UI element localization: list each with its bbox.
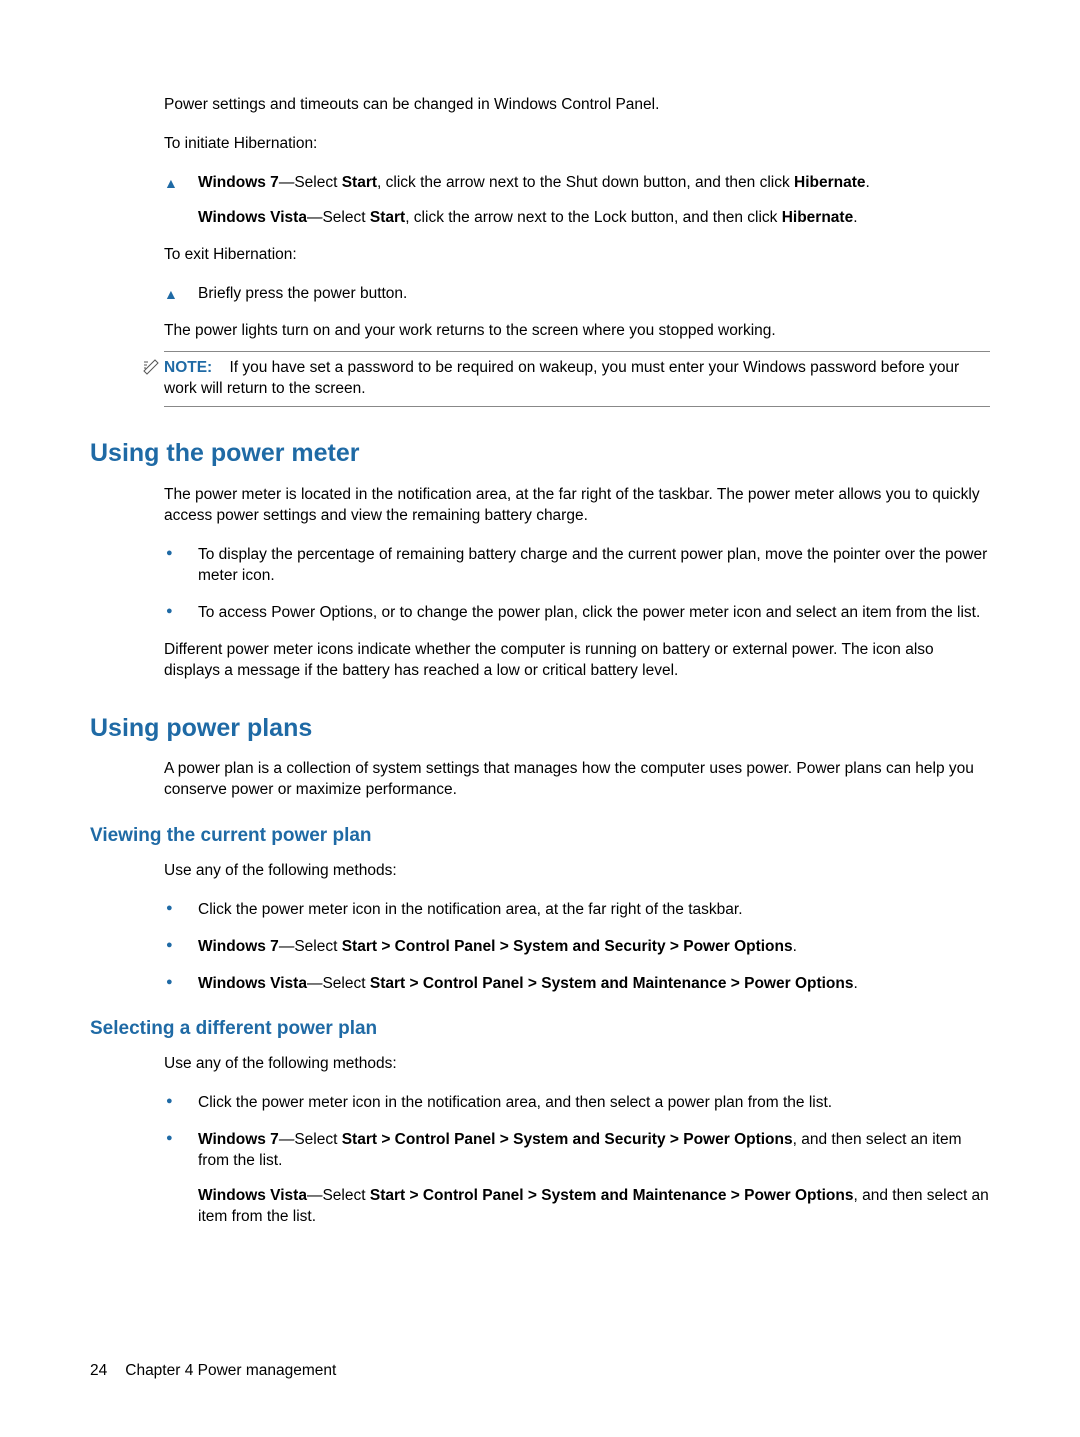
bold-text: Start > Control Panel > System and Secur…: [342, 938, 793, 955]
intro-p1: Power settings and timeouts can be chang…: [164, 95, 990, 116]
bold-text: Windows Vista: [198, 209, 307, 226]
bold-text: Hibernate: [782, 209, 854, 226]
sec1-body: The power meter is located in the notifi…: [164, 485, 990, 681]
sec3-body: Use any of the following methods: Click …: [164, 861, 990, 995]
bullet-text: To access Power Options, or to change th…: [198, 604, 980, 621]
note-icon: [142, 358, 160, 381]
document-page: Power settings and timeouts can be chang…: [0, 0, 1080, 1437]
list-item: To access Power Options, or to change th…: [164, 603, 990, 624]
plain-text: —Select: [307, 975, 370, 992]
plain-text: —Select: [279, 174, 342, 191]
plain-text: .: [854, 975, 858, 992]
sec1-bullets: To display the percentage of remaining b…: [164, 545, 990, 624]
plain-text: —Select: [279, 1131, 342, 1148]
heading-view-plan: Viewing the current power plan: [90, 823, 990, 849]
plain-text: , click the arrow next to the Lock butto…: [405, 209, 782, 226]
sec1-p1: The power meter is located in the notifi…: [164, 485, 990, 527]
step-text: Briefly press the power button.: [198, 285, 407, 302]
intro-p2: To initiate Hibernation:: [164, 134, 990, 155]
step-sub-vista: Windows Vista—Select Start, click the ar…: [198, 208, 990, 229]
list-item: To display the percentage of remaining b…: [164, 545, 990, 587]
plain-text: —Select: [307, 209, 370, 226]
step-exit-hibernate: Briefly press the power button.: [164, 284, 990, 305]
list-item: Windows Vista—Select Start > Control Pan…: [164, 974, 990, 995]
heading-power-plans: Using power plans: [90, 712, 990, 746]
bold-text: Start > Control Panel > System and Maint…: [370, 1187, 854, 1204]
bold-text: Windows Vista: [198, 975, 307, 992]
step-text: Windows 7—Select Start, click the arrow …: [198, 174, 870, 191]
list-item: Click the power meter icon in the notifi…: [164, 900, 990, 921]
plain-text: —Select: [279, 938, 342, 955]
note-body: If you have set a password to be require…: [164, 359, 959, 397]
sec2-p1: A power plan is a collection of system s…: [164, 759, 990, 801]
sec2-body: A power plan is a collection of system s…: [164, 759, 990, 801]
bullet-text: Click the power meter icon in the notifi…: [198, 901, 743, 918]
step-initiate-hibernate: Windows 7—Select Start, click the arrow …: [164, 173, 990, 229]
sec4-body: Use any of the following methods: Click …: [164, 1054, 990, 1228]
intro-p4: The power lights turn on and your work r…: [164, 321, 990, 342]
sec4-p1: Use any of the following methods:: [164, 1054, 990, 1075]
plain-text: .: [866, 174, 870, 191]
note-label: NOTE:: [164, 359, 212, 376]
bold-text: Start > Control Panel > System and Maint…: [370, 975, 854, 992]
page-footer: 24 Chapter 4 Power management: [90, 1361, 336, 1382]
bold-text: Windows 7: [198, 1131, 279, 1148]
sec3-p1: Use any of the following methods:: [164, 861, 990, 882]
plain-text: , click the arrow next to the Shut down …: [377, 174, 794, 191]
plain-text: —Select: [307, 1187, 370, 1204]
note-callout: NOTE: If you have set a password to be r…: [164, 351, 990, 407]
bold-text: Hibernate: [794, 174, 866, 191]
list-item: Windows 7—Select Start > Control Panel >…: [164, 937, 990, 958]
bold-text: Start > Control Panel > System and Secur…: [342, 1131, 793, 1148]
hibernate-initiate-steps: Windows 7—Select Start, click the arrow …: [164, 173, 990, 229]
bold-text: Start: [370, 209, 405, 226]
list-item: Windows 7—Select Start > Control Panel >…: [164, 1130, 990, 1228]
plain-text: .: [793, 938, 797, 955]
heading-power-meter: Using the power meter: [90, 437, 990, 471]
intro-block: Power settings and timeouts can be chang…: [164, 95, 990, 407]
bullet-sub-vista: Windows Vista—Select Start > Control Pan…: [198, 1186, 990, 1228]
list-item: Click the power meter icon in the notifi…: [164, 1093, 990, 1114]
bullet-text: Click the power meter icon in the notifi…: [198, 1094, 832, 1111]
plain-text: .: [853, 209, 857, 226]
sec4-bullets: Click the power meter icon in the notifi…: [164, 1093, 990, 1228]
page-number: 24: [90, 1361, 107, 1382]
sec3-bullets: Click the power meter icon in the notifi…: [164, 900, 990, 995]
intro-p3: To exit Hibernation:: [164, 245, 990, 266]
bold-text: Windows Vista: [198, 1187, 307, 1204]
bold-text: Windows 7: [198, 174, 279, 191]
hibernate-exit-steps: Briefly press the power button.: [164, 284, 990, 305]
bold-text: Windows 7: [198, 938, 279, 955]
bullet-text: To display the percentage of remaining b…: [198, 546, 987, 584]
heading-select-plan: Selecting a different power plan: [90, 1016, 990, 1042]
bold-text: Start: [342, 174, 377, 191]
bullet-text: Windows 7—Select Start > Control Panel >…: [198, 1131, 962, 1169]
sec1-p2: Different power meter icons indicate whe…: [164, 640, 990, 682]
chapter-label: Chapter 4 Power management: [125, 1362, 336, 1379]
